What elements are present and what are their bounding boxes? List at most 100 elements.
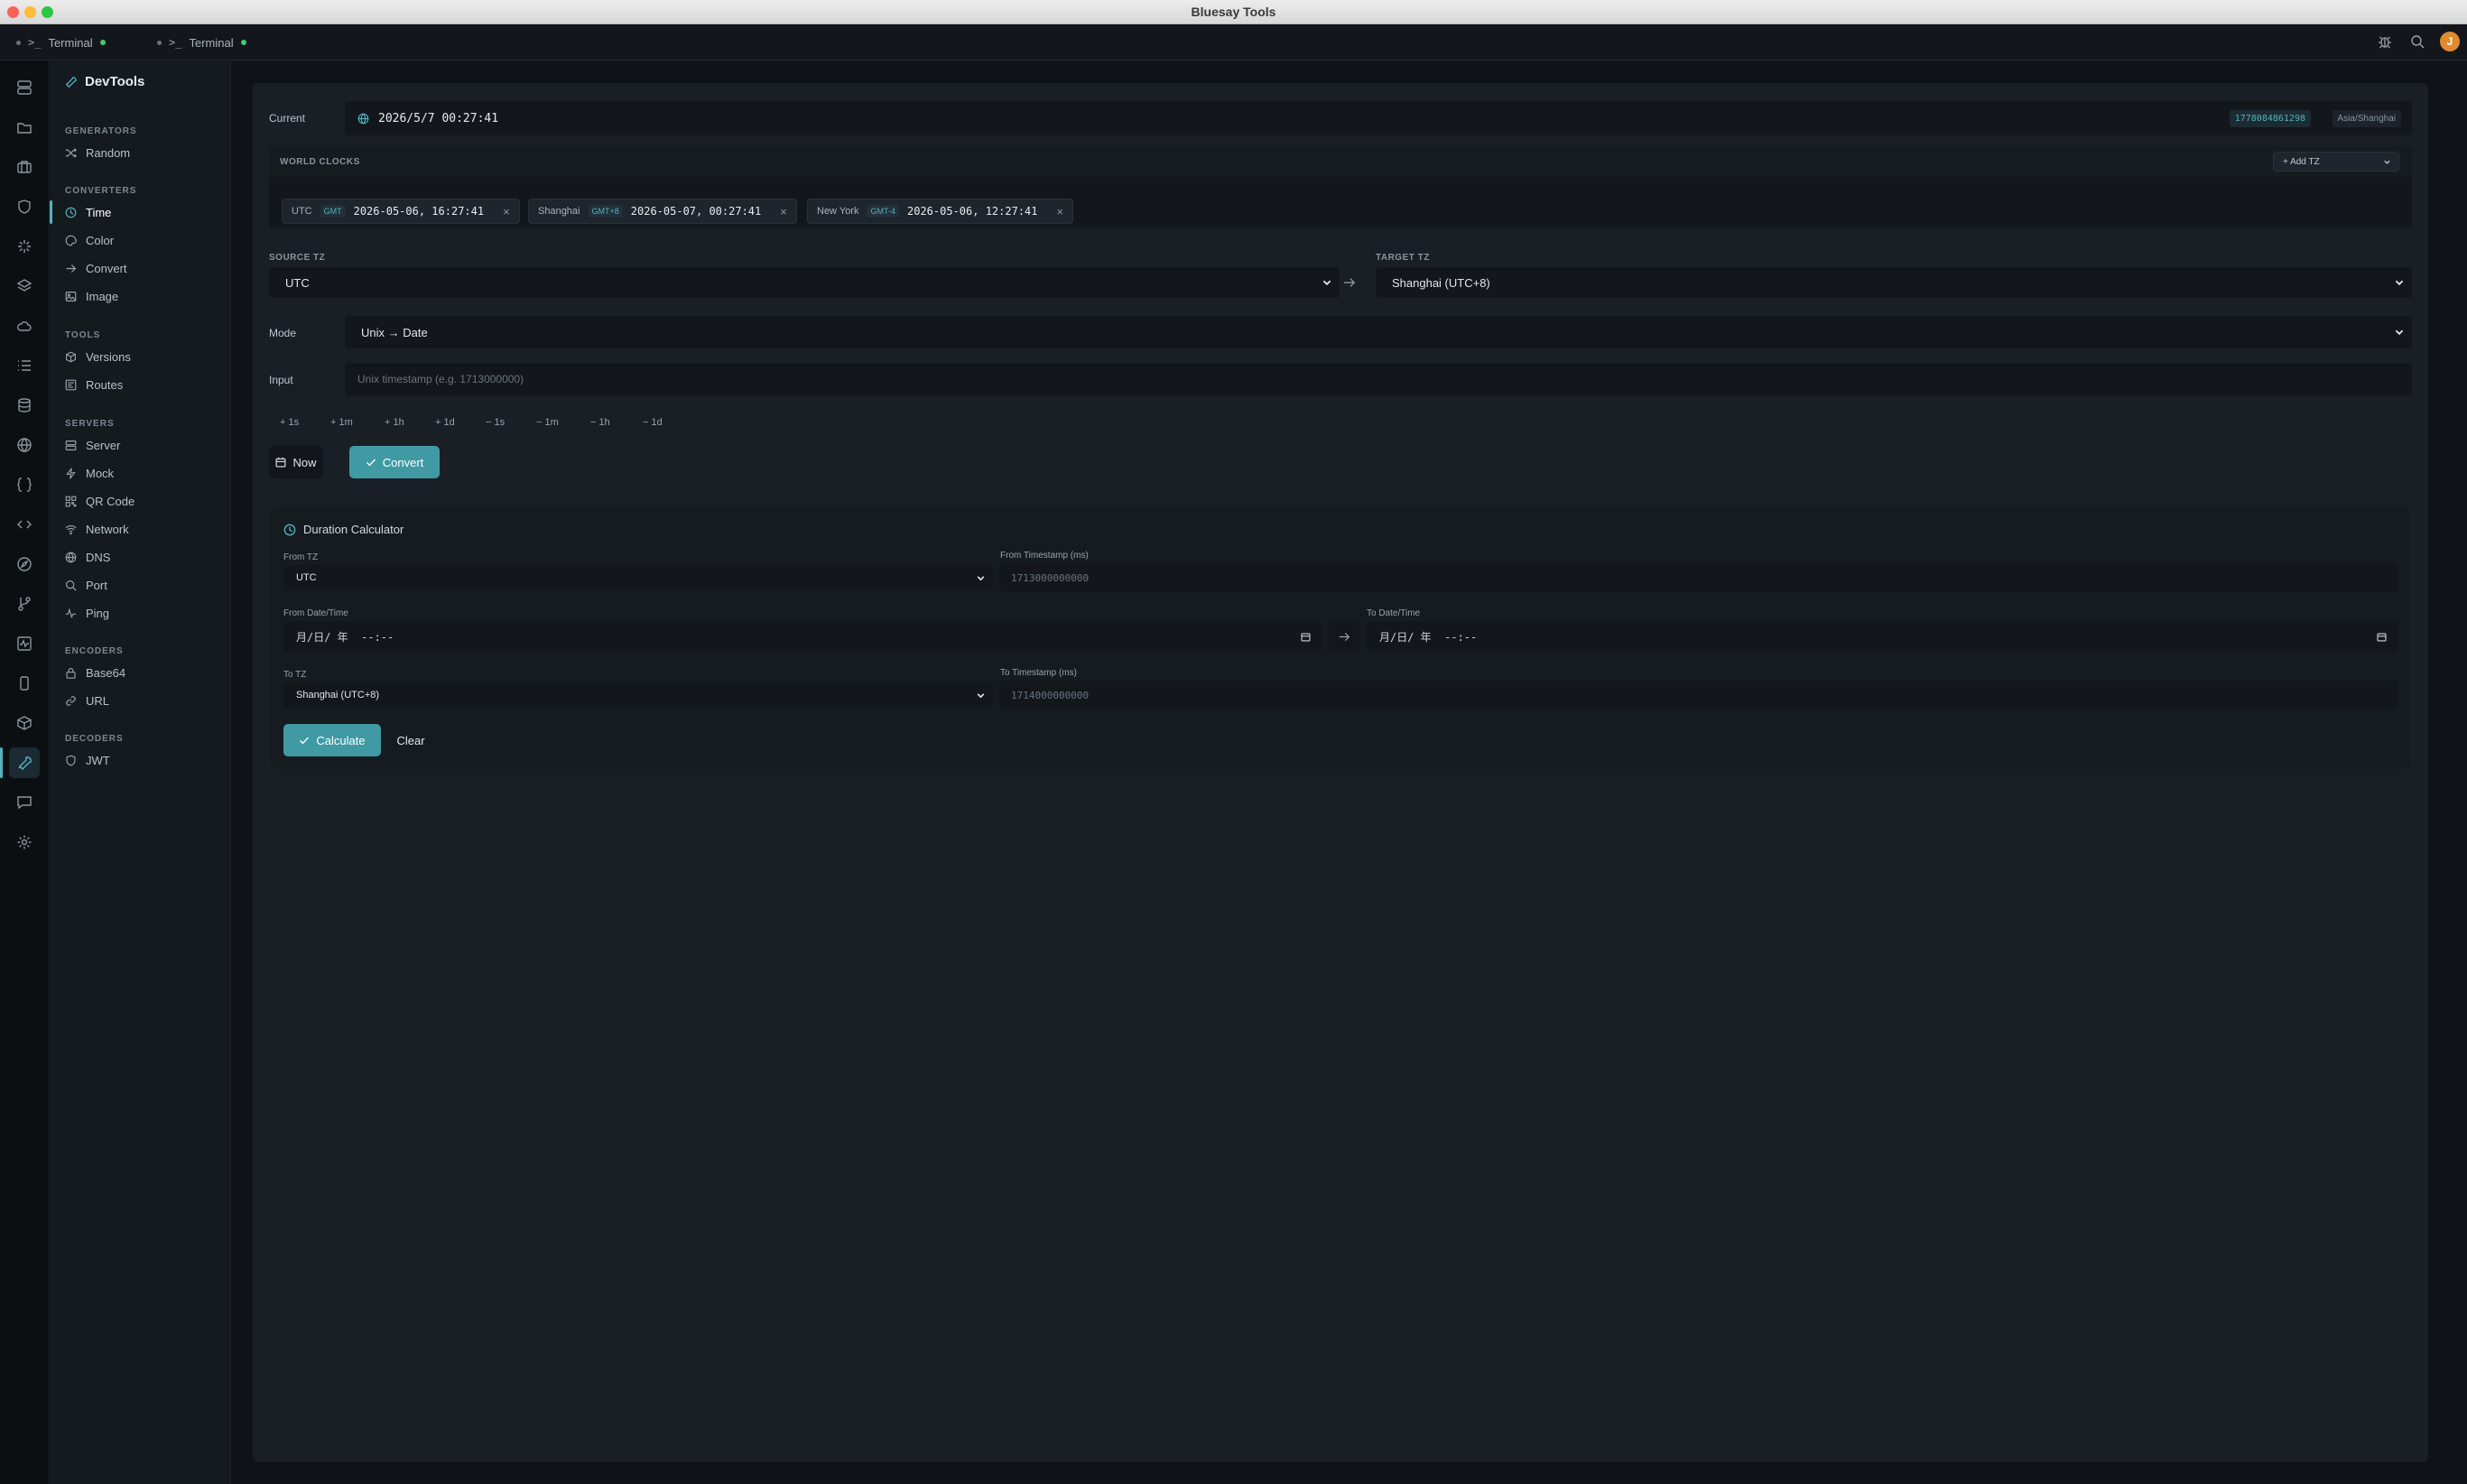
check-icon bbox=[300, 737, 310, 745]
layers-icon[interactable] bbox=[9, 271, 40, 301]
to-tz-value: Shanghai (UTC+8) bbox=[296, 690, 380, 700]
source-tz-select[interactable]: UTC bbox=[269, 267, 1340, 298]
subtract-1m-button[interactable]: − 1m bbox=[536, 417, 559, 428]
sidebar-item-dns[interactable]: DNS bbox=[65, 545, 227, 569]
time-tool-panel: Current 2026/5/7 00:27:41 1778084861298 … bbox=[253, 83, 2428, 1462]
to-tz-label: To TZ bbox=[283, 670, 307, 680]
sidebar-item-ping[interactable]: Ping bbox=[65, 601, 227, 625]
package-icon[interactable] bbox=[9, 708, 40, 738]
add-1s-button[interactable]: + 1s bbox=[280, 417, 299, 428]
source-tz-value: UTC bbox=[285, 275, 310, 290]
to-datetime-input[interactable]: 月/日/ 年 --:-- bbox=[1367, 621, 2397, 652]
clock-city: Shanghai bbox=[538, 206, 580, 217]
clock-offset-badge: GMT-4 bbox=[867, 205, 899, 218]
message-icon[interactable] bbox=[9, 787, 40, 818]
remove-clock-icon[interactable]: × bbox=[503, 205, 510, 218]
settings-icon[interactable] bbox=[9, 827, 40, 858]
sidebar-item-jwt[interactable]: JWT bbox=[65, 748, 227, 772]
globe-icon[interactable] bbox=[9, 430, 40, 460]
remove-clock-icon[interactable]: × bbox=[780, 205, 787, 218]
search-icon[interactable] bbox=[2407, 32, 2427, 51]
to-timestamp-placeholder: 1714000000000 bbox=[1011, 689, 1090, 701]
braces-icon[interactable] bbox=[9, 469, 40, 500]
sidebar-item-routes[interactable]: Routes bbox=[65, 373, 227, 396]
sidebar-item-time[interactable]: Time bbox=[65, 200, 227, 224]
sidebar-item-image[interactable]: Image bbox=[65, 284, 227, 308]
to-tz-select[interactable]: Shanghai (UTC+8) bbox=[283, 682, 993, 708]
sidebar-item-color[interactable]: Color bbox=[65, 228, 227, 252]
code-icon[interactable] bbox=[9, 509, 40, 540]
world-clock-chip: Shanghai GMT+8 2026-05-07, 00:27:41 × bbox=[528, 199, 797, 224]
sidebar-item-versions[interactable]: Versions bbox=[65, 345, 227, 368]
activity-icon[interactable] bbox=[9, 628, 40, 659]
terminal-tab-2[interactable]: >_ Terminal bbox=[157, 24, 246, 60]
sidebar-item-label: Base64 bbox=[86, 665, 126, 680]
cloud-icon[interactable] bbox=[9, 311, 40, 341]
pulse-icon bbox=[65, 608, 77, 618]
phone-icon[interactable] bbox=[9, 668, 40, 699]
now-button[interactable]: Now bbox=[269, 446, 323, 478]
terminal-icon: >_ bbox=[169, 36, 182, 49]
lock-icon bbox=[66, 667, 76, 679]
mode-select[interactable]: Unix → Date bbox=[345, 316, 2412, 348]
section-generators: GENERATORS bbox=[65, 126, 137, 136]
sidebar-item-convert[interactable]: Convert bbox=[65, 256, 227, 280]
convert-button[interactable]: Convert bbox=[349, 446, 440, 478]
to-timestamp-label: To Timestamp (ms) bbox=[1000, 668, 1078, 678]
current-timestamp-badge[interactable]: 1778084861298 bbox=[2229, 109, 2311, 127]
duration-calculator-header: Duration Calculator bbox=[283, 523, 403, 536]
sidebar-item-random[interactable]: Random bbox=[65, 141, 227, 164]
subtract-1h-button[interactable]: − 1h bbox=[590, 417, 610, 428]
from-datetime-input[interactable]: 月/日/ 年 --:-- bbox=[283, 621, 1322, 652]
clear-label: Clear bbox=[396, 733, 425, 747]
clear-button[interactable]: Clear bbox=[388, 724, 433, 756]
folder-icon[interactable] bbox=[9, 112, 40, 143]
git-branch-icon[interactable] bbox=[9, 589, 40, 619]
briefcase-icon[interactable] bbox=[9, 152, 40, 182]
sidebar-item-server[interactable]: Server bbox=[65, 433, 227, 457]
duration-title: Duration Calculator bbox=[303, 523, 404, 536]
add-1h-button[interactable]: + 1h bbox=[385, 417, 404, 428]
wrench-icon[interactable] bbox=[9, 747, 40, 778]
sidebar-item-label: Color bbox=[86, 233, 115, 247]
shield-icon[interactable] bbox=[9, 191, 40, 222]
sidebar-item-qrcode[interactable]: QR Code bbox=[65, 489, 227, 513]
terminal-tab-1[interactable]: >_ Terminal bbox=[16, 24, 106, 60]
add-1d-button[interactable]: + 1d bbox=[435, 417, 455, 428]
sidebar-item-mock[interactable]: Mock bbox=[65, 461, 227, 485]
calendar-icon bbox=[276, 457, 286, 468]
sidebar-item-label: Versions bbox=[86, 349, 131, 364]
datetime-arrow bbox=[1329, 621, 1359, 652]
bug-icon[interactable] bbox=[2375, 32, 2395, 51]
remove-clock-icon[interactable]: × bbox=[1057, 205, 1064, 218]
subtract-1d-button[interactable]: − 1d bbox=[643, 417, 663, 428]
sidebar-item-label: DNS bbox=[86, 550, 111, 564]
add-timezone-label: + Add TZ bbox=[2283, 156, 2320, 167]
database-icon[interactable] bbox=[9, 390, 40, 421]
window-title: Bluesay Tools bbox=[1191, 5, 1276, 19]
from-timestamp-placeholder: 1713000000000 bbox=[1011, 571, 1090, 584]
compass-icon[interactable] bbox=[9, 549, 40, 580]
user-avatar[interactable]: J bbox=[2440, 32, 2460, 51]
clock-time: 2026-05-07, 00:27:41 bbox=[630, 205, 762, 218]
calculate-button[interactable]: Calculate bbox=[283, 724, 381, 756]
source-tz-label: SOURCE TZ bbox=[269, 253, 326, 263]
sidebar-item-port[interactable]: Port bbox=[65, 573, 227, 597]
section-decoders: DECODERS bbox=[65, 734, 124, 744]
from-datetime-value: 月/日/ 年 --:-- bbox=[296, 630, 394, 644]
from-tz-select[interactable]: UTC bbox=[283, 565, 993, 590]
sparkle-icon[interactable] bbox=[9, 231, 40, 262]
list-icon[interactable] bbox=[9, 350, 40, 381]
duration-calculator-card: Duration Calculator From TZ UTC From Tim… bbox=[271, 507, 2410, 769]
unix-timestamp-input[interactable]: Unix timestamp (e.g. 1713000000) bbox=[345, 363, 2412, 395]
subtract-1s-button[interactable]: − 1s bbox=[486, 417, 505, 428]
server-stack-icon[interactable] bbox=[9, 72, 40, 103]
target-tz-select[interactable]: Shanghai (UTC+8) bbox=[1376, 267, 2412, 298]
sidebar-item-url[interactable]: URL bbox=[65, 689, 227, 712]
sidebar-item-base64[interactable]: Base64 bbox=[65, 661, 227, 684]
to-timestamp-input[interactable]: 1714000000000 bbox=[1000, 681, 2397, 710]
add-1m-button[interactable]: + 1m bbox=[330, 417, 353, 428]
from-timestamp-input[interactable]: 1713000000000 bbox=[1000, 563, 2397, 592]
sidebar-item-network[interactable]: Network bbox=[65, 517, 227, 541]
add-timezone-select[interactable]: + Add TZ bbox=[2273, 152, 2399, 172]
